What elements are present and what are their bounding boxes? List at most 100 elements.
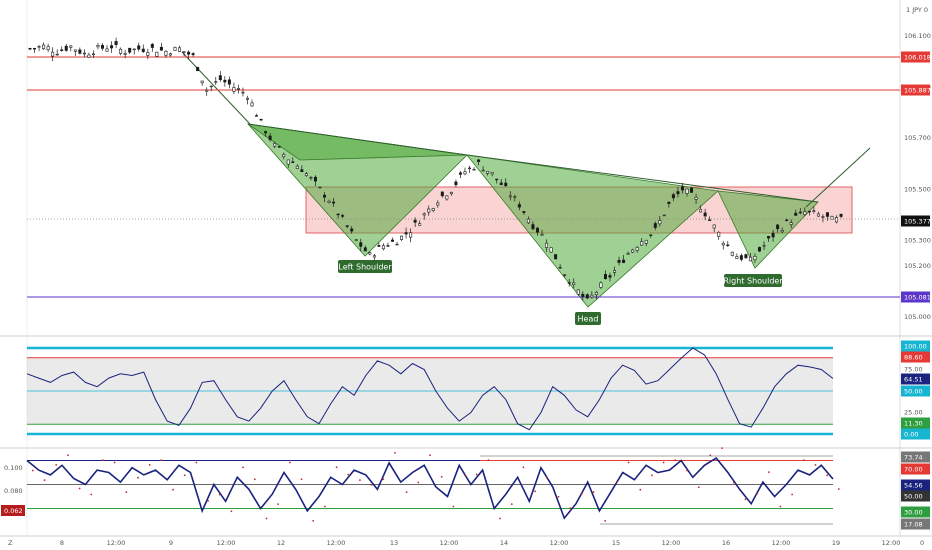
candle-body [567, 282, 571, 284]
x-tick: 12:00 [440, 539, 459, 547]
badge-osc2-50-text: 50.00 [904, 493, 923, 501]
x-tick: 12 [277, 539, 285, 547]
osc2-dot [265, 517, 268, 520]
candle-body [250, 102, 254, 107]
osc2-dot [475, 473, 478, 476]
osc2-dot [324, 505, 326, 508]
osc2-dot [195, 461, 198, 464]
candle-body [304, 173, 308, 176]
oscillator-pane-1[interactable]: 75.00 50.00 25.00 0.00 [26, 346, 923, 438]
candle-body [236, 88, 240, 90]
candle-body [748, 256, 752, 262]
candle-body [762, 245, 766, 247]
candle-body [33, 47, 37, 50]
candle-body [807, 210, 811, 213]
candle-body [626, 253, 630, 255]
osc2-dot [207, 500, 210, 502]
osc2-dot [709, 454, 712, 457]
candle-body [372, 255, 376, 258]
candle-body [440, 191, 444, 197]
osc2-dot [43, 479, 46, 481]
x-tick: 12:00 [550, 539, 569, 547]
candle-body [168, 53, 172, 56]
candle-body [286, 159, 290, 165]
candle-body [572, 282, 576, 285]
candle-body [282, 154, 286, 158]
osc2-dot [791, 493, 793, 496]
candle-body [816, 213, 820, 217]
osc2-dot [662, 461, 665, 464]
x-tick: 14 [500, 539, 508, 547]
candle-body [640, 241, 644, 246]
candle-body [449, 191, 453, 195]
osc1-y-tick: 25.00 [904, 409, 923, 417]
badge-osc1-100-text: 100.00 [904, 343, 927, 351]
candle-body [739, 255, 743, 260]
candle-body [468, 167, 472, 170]
candle-body [182, 51, 186, 53]
candle-body [545, 242, 549, 248]
candle-body [522, 211, 526, 213]
badge-osc1-11-text: 11.30 [904, 420, 923, 428]
badge-osc2-54-text: 54.56 [904, 482, 923, 490]
candle-body [73, 49, 77, 52]
candle-body [46, 46, 50, 50]
candle-body [110, 45, 114, 49]
osc2-dot [581, 492, 583, 495]
candle-body [576, 289, 580, 295]
candle-body [69, 45, 73, 48]
osc2-dot [627, 461, 630, 464]
candle-body [436, 202, 440, 206]
candle-body [232, 87, 236, 92]
candle-body [486, 171, 490, 174]
badge-osc1-50-text: 50.00 [904, 388, 923, 396]
osc2-dot [604, 520, 607, 522]
candle-body [381, 245, 385, 250]
candle-body [400, 235, 404, 240]
candle-body [581, 293, 585, 297]
candle-body [323, 194, 327, 198]
badge-osc1-88-text: 88.60 [904, 354, 923, 362]
candle-body [318, 186, 322, 189]
candle-body [187, 51, 191, 55]
candle-body [64, 45, 68, 51]
osc2-dot [674, 459, 677, 461]
candle-body [155, 51, 159, 57]
candle-body [336, 213, 340, 216]
osc2-dot [242, 466, 245, 469]
candle-body [499, 182, 503, 186]
osc2-dot [721, 447, 723, 449]
osc2-dot [183, 474, 186, 477]
candle-body [789, 222, 793, 225]
candle-body [825, 212, 829, 217]
candle-body [300, 169, 304, 172]
osc2-dot [253, 478, 256, 481]
candle-body [458, 172, 462, 175]
osc2-dot [277, 503, 279, 505]
x-tick: 19 [832, 539, 840, 547]
candle-body [563, 274, 567, 276]
osc2-dot [31, 469, 34, 472]
candle-body [613, 270, 617, 273]
osc2-dot [837, 488, 840, 490]
osc2-dot [417, 481, 420, 484]
candle-body [667, 201, 671, 204]
candle-body [291, 161, 295, 163]
candle-body [28, 48, 32, 50]
osc2-dot [487, 459, 490, 461]
candle-body [332, 201, 336, 204]
candle-body [100, 45, 104, 49]
candle-body [699, 209, 703, 213]
osc2-dot [697, 486, 700, 489]
osc2-dot [767, 471, 770, 473]
candle-body [504, 182, 508, 187]
candle-body [223, 79, 227, 83]
head-text: Head [578, 315, 599, 324]
osc2-dot [160, 459, 163, 461]
osc2-dot [359, 479, 361, 481]
x-tick: 12:00 [772, 539, 791, 547]
candle-body [653, 223, 657, 228]
candle-body [191, 53, 195, 56]
osc2-dot [312, 520, 315, 522]
candle-body [513, 196, 517, 198]
